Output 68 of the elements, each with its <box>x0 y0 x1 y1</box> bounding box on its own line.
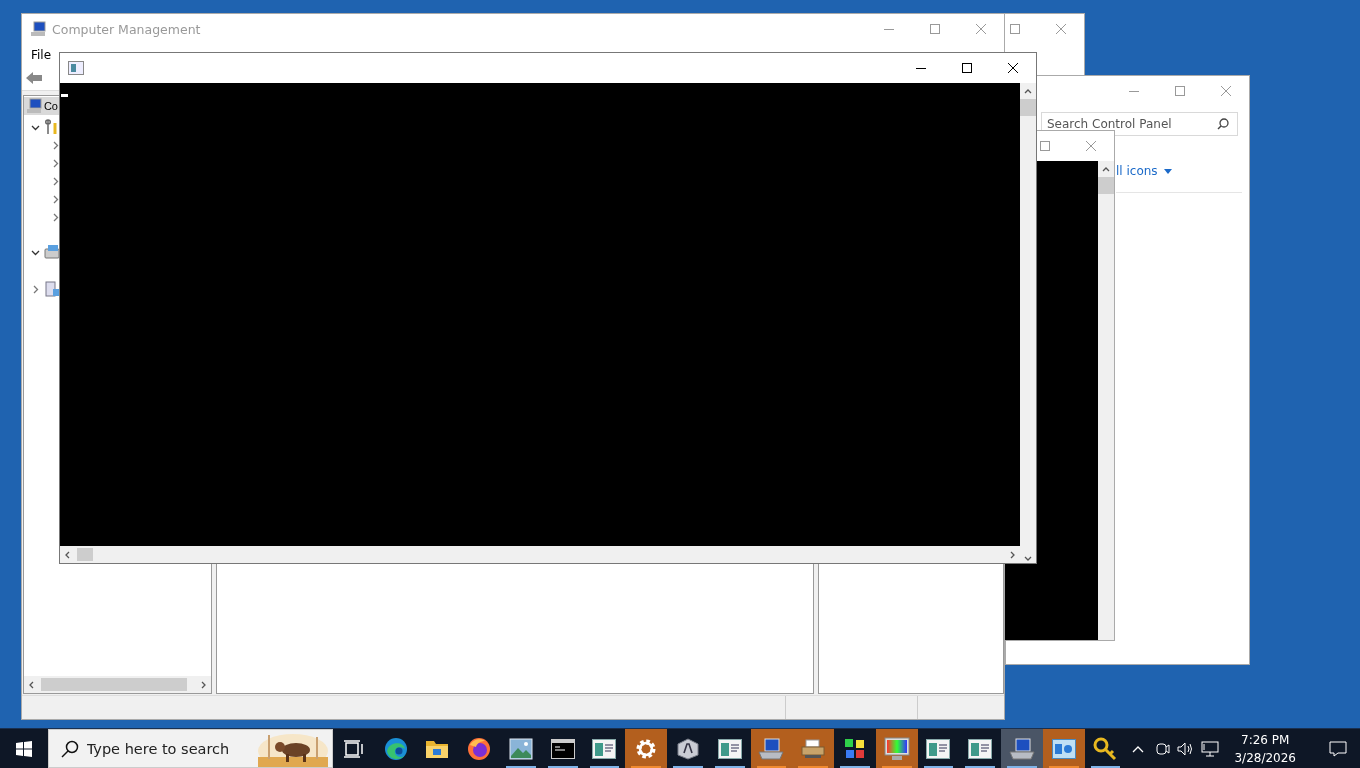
puzzle-icon <box>842 736 867 761</box>
taskbar-button[interactable] <box>792 729 835 768</box>
clock[interactable]: 7:26 PM 3/28/2026 <box>1228 729 1302 768</box>
window-icon <box>68 61 84 75</box>
maximize-icon <box>1175 86 1185 96</box>
scrollbar-thumb[interactable] <box>77 548 93 561</box>
horizontal-scrollbar[interactable] <box>24 676 211 693</box>
computer-icon <box>1008 737 1035 760</box>
computer-icon <box>758 737 785 760</box>
close-icon <box>976 24 986 34</box>
scrollbar-thumb[interactable] <box>41 678 187 691</box>
printer-icon <box>800 737 827 760</box>
menu-item[interactable]: File <box>31 48 52 62</box>
chat-bubble-icon <box>1329 740 1347 757</box>
caret-down-icon[interactable] <box>1163 168 1172 174</box>
scroll-up-icon[interactable] <box>1102 165 1110 173</box>
window-icon <box>1051 738 1076 759</box>
gear-icon <box>635 737 658 760</box>
search-field[interactable]: Search Control Panel <box>1041 112 1238 136</box>
cube-icon <box>675 737 700 760</box>
services-icon <box>44 281 60 297</box>
close-icon <box>1056 24 1066 34</box>
camera-icon[interactable] <box>1154 741 1171 756</box>
search-icon <box>1217 118 1229 130</box>
network-icon[interactable] <box>1201 740 1220 757</box>
taskbar-button[interactable] <box>875 729 918 768</box>
scroll-down-icon[interactable] <box>1024 555 1032 563</box>
vertical-scrollbar[interactable] <box>1020 83 1036 563</box>
search-field[interactable]: Type here to search <box>47 729 334 768</box>
scrollbar-thumb[interactable] <box>1020 99 1036 116</box>
maximize-icon <box>962 63 972 73</box>
view-link[interactable]: ll icons <box>1116 164 1158 178</box>
window-icon <box>592 738 617 759</box>
key-icon <box>1093 736 1118 761</box>
horizontal-scrollbar[interactable] <box>60 546 1020 563</box>
maximize-icon <box>1010 24 1020 34</box>
monitor-icon <box>883 736 910 761</box>
search-input[interactable]: Type here to search <box>78 740 257 757</box>
scroll-left-icon[interactable] <box>63 550 71 559</box>
chevron-up-icon[interactable] <box>1132 744 1145 753</box>
scrollbar-thumb[interactable] <box>1098 177 1114 194</box>
task-view-icon <box>342 739 365 758</box>
computer-icon <box>26 98 42 114</box>
browser-icon <box>383 736 408 761</box>
browser-icon <box>467 736 492 761</box>
back-arrow-icon[interactable] <box>25 70 43 86</box>
maximize-icon <box>930 24 940 34</box>
terminal-icon <box>550 738 575 759</box>
scroll-up-icon[interactable] <box>1024 87 1032 95</box>
windows-logo-icon <box>15 740 32 757</box>
close-icon <box>1008 63 1018 73</box>
window-icon <box>926 738 951 759</box>
maximize-icon <box>1040 141 1050 151</box>
tools-icon <box>44 119 60 135</box>
scroll-right-icon[interactable] <box>200 680 208 689</box>
image-icon <box>508 737 533 760</box>
window-icon <box>717 738 742 759</box>
scroll-left-icon[interactable] <box>27 680 35 689</box>
taskbar-button[interactable] <box>750 729 793 768</box>
search-icon <box>60 739 79 758</box>
taskbar-button[interactable] <box>625 729 668 768</box>
window-icon <box>968 738 993 759</box>
scroll-right-icon[interactable] <box>1009 550 1017 559</box>
computer-icon <box>30 21 46 37</box>
vertical-scrollbar[interactable] <box>1098 161 1114 640</box>
close-icon <box>1086 141 1096 151</box>
window-title: Computer Management <box>52 21 201 37</box>
close-icon <box>1221 86 1231 96</box>
